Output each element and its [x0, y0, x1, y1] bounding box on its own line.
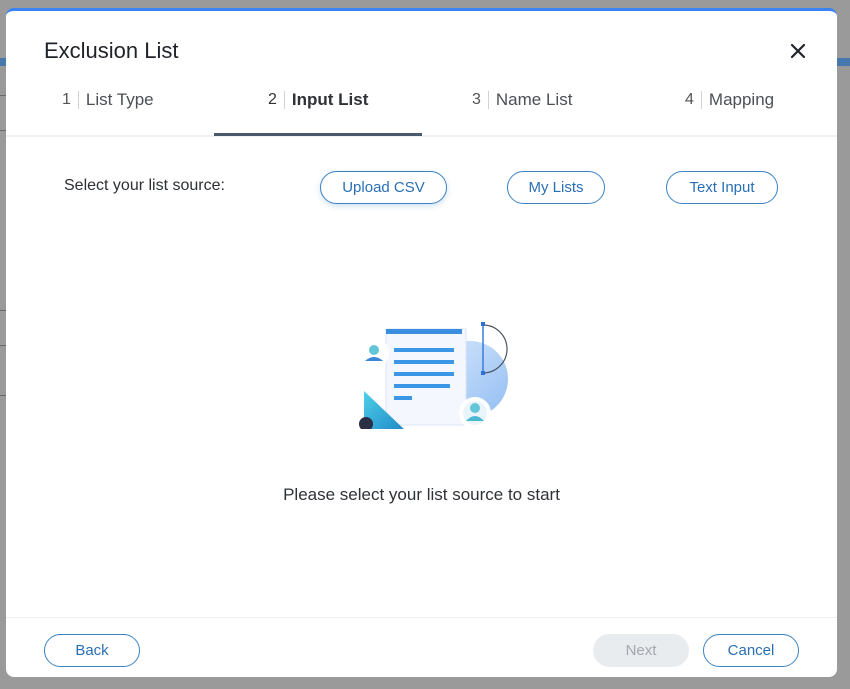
step-number: 2	[268, 91, 277, 108]
active-step-indicator	[214, 133, 422, 136]
step-label: Input List	[291, 90, 369, 109]
step-separator	[283, 91, 285, 109]
step-separator	[700, 91, 702, 109]
my-lists-button[interactable]: My Lists	[507, 171, 605, 204]
cancel-button[interactable]: Cancel	[703, 634, 799, 667]
step-input-list[interactable]: 2 Input List	[268, 81, 368, 137]
back-button[interactable]: Back	[44, 634, 140, 667]
step-separator	[487, 91, 489, 109]
step-number: 3	[472, 91, 481, 108]
close-button[interactable]	[788, 41, 808, 61]
upload-csv-button[interactable]: Upload CSV	[320, 171, 447, 204]
dialog-title: Exclusion List	[44, 38, 179, 63]
step-mapping[interactable]: 4 Mapping	[685, 81, 774, 137]
list-source-label: Select your list source:	[64, 177, 225, 194]
list-document-illustration	[359, 322, 508, 429]
exclusion-list-dialog: Exclusion List 1 List Type 2 Input List …	[6, 8, 837, 677]
text-input-button[interactable]: Text Input	[666, 171, 778, 204]
next-button[interactable]: Next	[593, 634, 689, 667]
step-number: 1	[62, 91, 71, 108]
step-name-list[interactable]: 3 Name List	[472, 81, 572, 137]
step-list-type[interactable]: 1 List Type	[62, 81, 154, 137]
step-number: 4	[685, 91, 694, 108]
step-label: List Type	[85, 90, 154, 109]
empty-state-message: Please select your list source to start	[283, 485, 560, 504]
close-icon	[790, 43, 806, 59]
wizard-steps: 1 List Type 2 Input List 3 Name List 4 M…	[6, 81, 837, 137]
dialog-footer: Back Next Cancel	[6, 617, 837, 677]
step-label: Mapping	[708, 90, 775, 109]
step-separator	[77, 91, 79, 109]
step-label: Name List	[495, 90, 573, 109]
